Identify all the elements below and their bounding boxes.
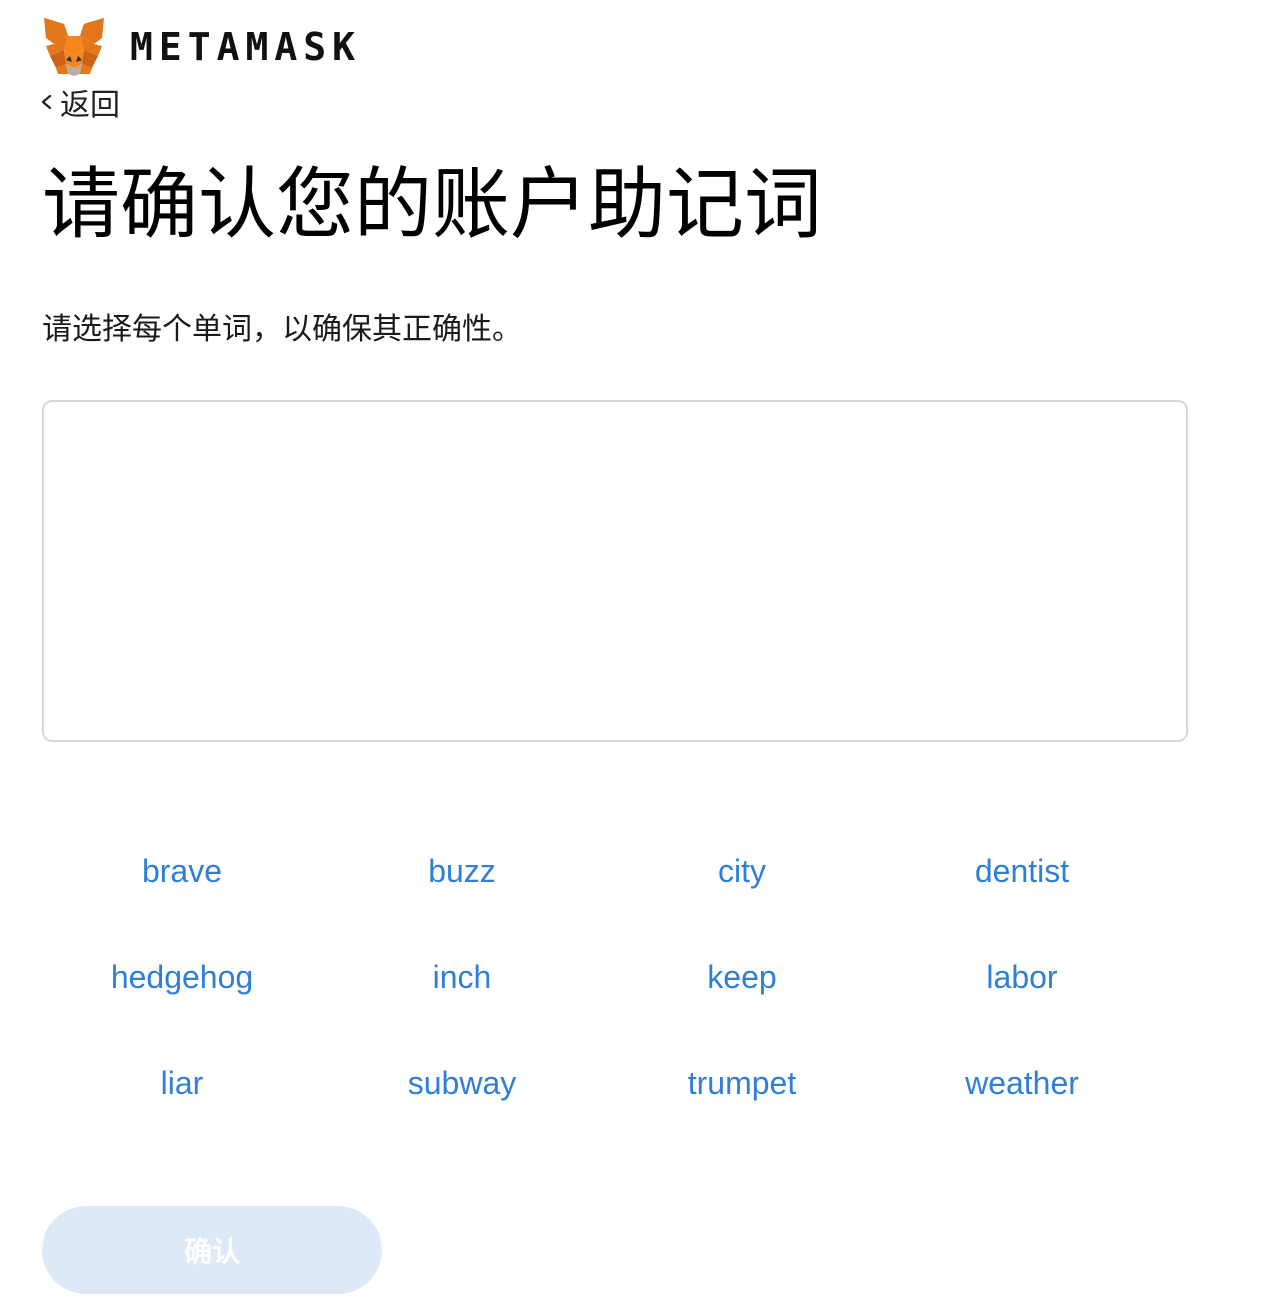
chevron-left-icon [41,95,52,109]
word-options-grid: brave buzz city dentist hedgehog inch ke… [42,818,1162,1136]
word-option[interactable]: liar [42,1030,322,1136]
word-option[interactable]: city [602,818,882,924]
word-option[interactable]: subway [322,1030,602,1136]
brand-wordmark: METAMASK [130,25,362,69]
word-option[interactable]: hedgehog [42,924,322,1030]
confirm-button[interactable]: 确认 [42,1206,382,1294]
word-option[interactable]: keep [602,924,882,1030]
instruction-text: 请选择每个单词，以确保其正确性。 [42,312,522,347]
metamask-fox-icon [44,18,104,76]
confirm-seed-phrase-page: METAMASK 返回 请确认您的账户助记词 请选择每个单词，以确保其正确性。 … [0,0,1266,1316]
word-option[interactable]: buzz [322,818,602,924]
word-option[interactable]: labor [882,924,1162,1030]
word-option[interactable]: inch [322,924,602,1030]
back-link-label: 返回 [60,88,120,123]
metamask-logo: METAMASK [42,16,361,78]
back-link[interactable]: 返回 [40,82,120,123]
selected-words-area[interactable] [42,400,1188,742]
word-option[interactable]: trumpet [602,1030,882,1136]
page-title: 请确认您的账户助记词 [42,160,823,250]
word-option[interactable]: brave [42,818,322,924]
word-option[interactable]: dentist [882,818,1162,924]
word-option[interactable]: weather [882,1030,1162,1136]
